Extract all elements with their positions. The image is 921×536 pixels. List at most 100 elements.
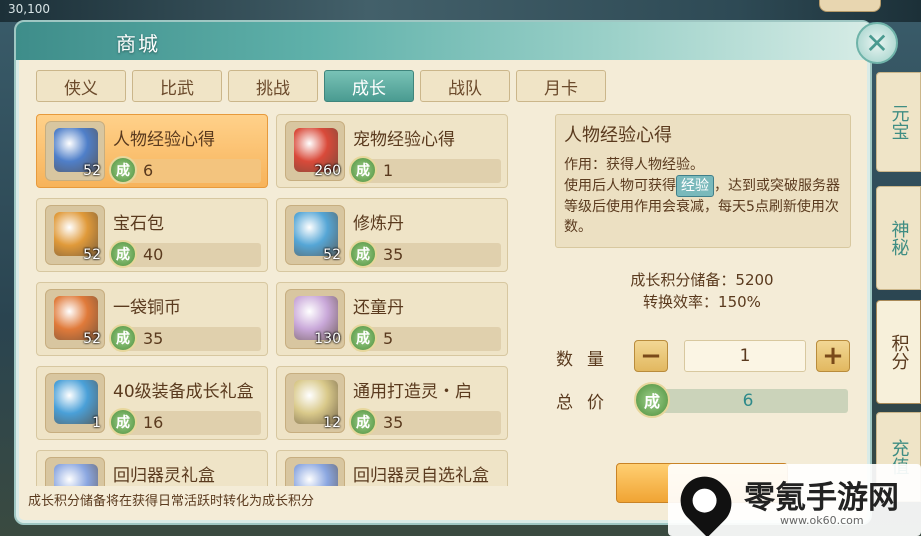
item-price: 成 35 [349,408,501,436]
growth-point-icon: 成 [634,382,670,418]
item-stock-count: 52 [323,247,341,263]
item-list[interactable]: 52 人物经验心得成 6 260 宠物经验心得成 1 52 宝石包成 40 52 修炼丹成 35 52 一… [36,114,508,486]
item-price: 成1 [349,156,501,184]
watermark-text: 零氪手游网 [744,480,899,516]
item-price-value: 35 [383,413,404,432]
quantity-input[interactable]: 1 [684,340,806,372]
hud-button[interactable] [819,0,881,12]
item-thumbnail: 1 [45,373,105,433]
watermark: 零氪手游网 www.ok60.com [668,464,921,536]
growth-point-icon: 成 [349,240,377,268]
growth-storage: 成长积分储备：5200 [630,271,774,289]
watermark-logo-icon [670,466,742,536]
item-stock-count: 1 [92,415,101,431]
gift-box-icon [54,464,98,486]
increase-button[interactable]: + [816,340,850,372]
growth-point-icon: 成 [349,324,377,352]
side-tab-label: 积分 [888,334,910,370]
total-price-label: 总价 [556,393,618,413]
item-name: 宝石包 [113,214,164,234]
item-price-value: 35 [143,329,164,348]
plus-icon: + [822,341,844,371]
exp-keyword-badge[interactable]: 经验 [676,175,714,197]
detail-description: 作用：获得人物经验。 使用后人物可获得 经验 ，达到或突破服务器等级后使用作用会衰减… [564,155,842,237]
tab-5[interactable]: 月卡 [516,70,606,102]
item-name: 修炼丹 [353,214,404,234]
decrease-button[interactable]: − [634,340,668,372]
detail-effect: 作用：获得人物经验。 [564,157,704,173]
item-stock-count: 12 [323,415,341,431]
quantity-value: 1 [739,346,751,366]
total-price-value: 6 [742,391,754,411]
total-price-bar: 6 [648,389,848,413]
close-button[interactable]: ✕ [856,22,898,64]
item-stock-count: 52 [83,247,101,263]
item-name: 宠物经验心得 [353,130,455,150]
item-name: 回归器灵礼盒 [113,466,215,486]
item-price: 成 40 [109,240,261,268]
shop-item[interactable]: 52 宝石包成 40 [36,198,268,272]
tab-3[interactable]: 成长 [324,70,414,102]
item-name: 回归器灵自选礼盒 [353,466,489,486]
item-price: 成 35 [109,324,261,352]
item-price-value: 40 [143,245,164,264]
shop-item[interactable]: 52 修炼丹成 35 [276,198,508,272]
top-hud: 30,100 [0,0,921,22]
item-name: 40级装备成长礼盒 [113,382,254,402]
item-stock-count: 260 [314,163,341,179]
item-stock-count: 52 [83,163,101,179]
item-name: 一袋铜币 [113,298,181,318]
item-price: 成5 [349,324,501,352]
side-tab-label: 神秘 [888,220,910,256]
item-thumbnail: 52 [45,121,105,181]
growth-point-icon: 成 [109,156,137,184]
shop-item[interactable]: 52 人物经验心得成 6 [36,114,268,188]
side-tab-0[interactable]: 元宝 [876,72,921,172]
hud-resource-text: 30,100 [8,2,50,16]
item-name: 人物经验心得 [113,130,215,150]
shop-item[interactable]: 回归器灵礼盒成 [36,450,268,486]
growth-point-icon: 成 [109,324,137,352]
item-price-value: 35 [383,245,404,264]
growth-point-icon: 成 [109,408,137,436]
category-tabs: 侠义 比武 挑战 成长 战队 月卡 [36,70,606,102]
item-thumbnail: 52 [45,205,105,265]
item-thumbnail: 52 [45,289,105,349]
detail-usage-a: 使用后人物可获得 [564,178,676,194]
shop-item[interactable]: 260 宠物经验心得成 1 [276,114,508,188]
item-thumbnail: 260 [285,121,345,181]
tab-1[interactable]: 比武 [132,70,222,102]
minus-icon: − [640,341,662,371]
item-thumbnail [45,457,105,486]
item-thumbnail: 130 [285,289,345,349]
shop-item[interactable]: 回归器灵自选礼盒成 [276,450,508,486]
side-tab-1[interactable]: 神秘 [876,186,921,290]
item-name: 通用打造灵・启 [353,382,472,402]
item-name: 还童丹 [353,298,404,318]
detail-title: 人物经验心得 [564,125,672,146]
shop-item[interactable]: 52 一袋铜币成 35 [36,282,268,356]
quantity-label: 数量 [556,350,618,370]
tab-2[interactable]: 挑战 [228,70,318,102]
growth-point-glyph: 成 [643,392,660,411]
growth-point-icon: 成 [349,156,377,184]
item-thumbnail: 12 [285,373,345,433]
side-tab-2[interactable]: 积分 [876,300,921,404]
tab-0[interactable]: 侠义 [36,70,126,102]
watermark-url: www.ok60.com [780,514,864,527]
item-price-value: 5 [383,329,394,348]
item-price-value: 6 [143,161,154,180]
item-stock-count: 52 [83,331,101,347]
growth-point-icon: 成 [109,240,137,268]
title-bar: 商城 [16,22,872,60]
growth-point-icon: 成 [349,408,377,436]
panel-title: 商城 [116,32,160,56]
item-thumbnail: 52 [285,205,345,265]
shop-item[interactable]: 1 40级装备成长礼盒成 16 [36,366,268,440]
shop-item[interactable]: 12 通用打造灵・启成 35 [276,366,508,440]
tab-4[interactable]: 战队 [420,70,510,102]
close-icon: ✕ [865,26,889,60]
shop-item[interactable]: 130 还童丹成 5 [276,282,508,356]
gift-box-icon [294,464,338,486]
item-price: 成 16 [109,408,261,436]
